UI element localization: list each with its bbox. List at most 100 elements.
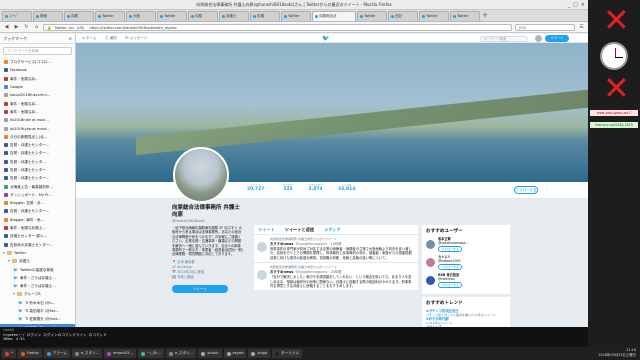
tweet-avatar[interactable]	[257, 242, 267, 252]
browser-tab[interactable]: 向原	[188, 11, 218, 21]
bookmark-item[interactable]: Blogger: 告発・弁...	[0, 199, 75, 207]
follow-button[interactable]: フォローする	[438, 264, 463, 270]
bookmark-item[interactable]: ブログサービス[ココロ...	[0, 58, 75, 66]
bookmark-item[interactable]: 北海道上告・最高裁判所...	[0, 182, 75, 190]
bookmark-item[interactable]: 告発・弁護士センタ...	[0, 158, 75, 166]
minimize-button[interactable]: _	[568, 1, 571, 10]
suggested-user-avatar[interactable]	[426, 276, 435, 285]
bookmark-item[interactable]: kk2018nike at moxi...	[0, 116, 75, 124]
profile-handle[interactable]: @harashi0818oobi	[172, 219, 244, 223]
browser-tab[interactable]: Twitter	[157, 11, 187, 21]
bookmark-item[interactable]: 告発・弁護士センター...	[0, 207, 75, 215]
bookmark-folder[interactable]: ▾ グループA	[0, 290, 75, 298]
url-bar[interactable]: 🔒 Twitter, Inc. (US) https://twitter.com…	[43, 23, 512, 31]
tweet[interactable]: 向原総合法律事務所 弁護士向原さんがリツイート おすすめnews @oyogiten…	[254, 235, 418, 264]
bookmark-search-input[interactable]: ブックマークを検索	[3, 47, 72, 55]
bookmark-item[interactable]: 告発・弁護士センター	[0, 166, 75, 174]
bookmark-item[interactable]: 事件・危険な弁...	[0, 75, 75, 83]
follow-button[interactable]: フォローする	[438, 282, 463, 288]
browser-tab[interactable]: Twitter	[95, 11, 125, 21]
bookmark-item[interactable]: 🐦 TI 高田雄平 (@tak...	[0, 307, 75, 315]
bookmark-item[interactable]: 🐦 TI 鈴木木石 (@s...	[0, 299, 75, 307]
taskbar-item[interactable]: emacs25...	[104, 349, 136, 358]
bookmark-folder[interactable]: ▾ Twitter	[0, 249, 75, 257]
sidebar-title[interactable]: ブックマーク	[3, 36, 27, 42]
taskbar-item[interactable]: e_ネタリ...	[71, 349, 103, 358]
bookmark-item[interactable]: 告発・弁護士センター...	[0, 141, 75, 149]
bookmark-item[interactable]: 告発・弁護士センター...	[0, 149, 75, 157]
bookmark-item[interactable]: Facebook	[0, 66, 75, 74]
twitter-search-input[interactable]: キーワード検索	[480, 35, 528, 42]
trend-item[interactable]: #ガチンコ判決記念日 パチンコ店でネットに偏見を書いた11件のツイート	[426, 309, 506, 317]
profile-stat[interactable]: いいね 33,914	[338, 183, 355, 192]
bookmark-item[interactable]: 今日の新聞見出し(北...	[0, 133, 75, 141]
back-icon[interactable]: ◀	[3, 24, 10, 31]
profile-avatar[interactable]	[173, 147, 229, 203]
suggested-user[interactable]: RKB 毎日放送 @rkbnews フォローする	[426, 273, 506, 288]
desktop-note-green[interactable]: mercury-up2018y-2019	[590, 122, 638, 128]
taskbar-item[interactable]: ~/_Sh...	[137, 349, 164, 358]
bookmark-item[interactable]: ダッシュボード - My Pr...	[0, 191, 75, 199]
tweet-author[interactable]: おすすめnews	[270, 242, 293, 246]
bookmark-item[interactable]: Blogger: 事件・危...	[0, 216, 75, 224]
bookmark-item[interactable]: kk2019tyke:at mont...	[0, 124, 75, 132]
bookmark-item[interactable]: 告発・弁護士センター...	[0, 174, 75, 182]
reload-icon[interactable]: ↻	[23, 24, 30, 31]
profile-stat[interactable]: フォロワー 3,074	[308, 183, 323, 192]
twitter-nav-mail[interactable]: ✉ メッセージ	[125, 36, 148, 41]
follow-button[interactable]: フォローする	[514, 186, 538, 194]
browser-tab[interactable]: ﾌｨｰﾄﾞ	[2, 11, 32, 21]
forward-icon[interactable]: ▶	[13, 24, 20, 31]
bookmark-item[interactable]: 事件・危険な弁護士...	[0, 224, 75, 232]
taskbar-item[interactable]: Firefox	[17, 349, 42, 358]
bookmark-item[interactable]: 🐦 TI 佐藤雪夫 (@hide...	[0, 315, 75, 323]
browser-tab[interactable]: 向原	[64, 11, 94, 21]
tweet-button[interactable]: ツイート	[545, 35, 569, 42]
new-tab-button[interactable]: +	[481, 11, 489, 21]
profile-stat[interactable]: フォロー 223	[282, 183, 294, 192]
trend-item[interactable]: #好きな時代劇 2,411件のツイート	[426, 317, 506, 325]
menu-icon[interactable]: ☰	[578, 24, 585, 31]
tweet-avatar[interactable]	[257, 270, 267, 281]
desktop-note-red[interactable]: reset-add-syoqi-use.C	[590, 110, 638, 116]
profile-tweet-button[interactable]: ツイート	[172, 284, 228, 293]
bookmark-item[interactable]: Google	[0, 83, 75, 91]
suggested-user[interactable]: 坂本正章 @sakamotomasa... フォローする	[426, 237, 506, 252]
tweet-author[interactable]: おすすめnews	[270, 270, 293, 274]
suggested-user-avatar[interactable]	[426, 240, 435, 249]
tweet[interactable]: 向原総合法律事務所 弁護士向原さんがリツイート おすすめnews @oyogiten…	[254, 263, 418, 292]
taskbar-item[interactable]: slogo	[248, 349, 271, 358]
photos-link[interactable]: 🖼 写真と動画	[172, 275, 244, 280]
taskbar-item[interactable]: アラーム	[43, 349, 70, 358]
taskbar-item[interactable]: e_ネタリ...	[165, 349, 197, 358]
bookmark-item[interactable]: 弁護士センター 超人...	[0, 232, 75, 240]
timeline-tab[interactable]: ツイート	[258, 227, 275, 233]
maximize-button[interactable]: □	[573, 1, 578, 10]
taskbar-clock[interactable]: 21:16 2018年09月23日土曜日	[598, 348, 636, 358]
suggested-user-avatar[interactable]	[426, 258, 435, 267]
bookmark-item[interactable]: 事件・危険な弁...	[0, 99, 75, 107]
browser-tab[interactable]: Twitter	[281, 11, 311, 21]
bookmark-folder[interactable]: ▾ 弁護士	[0, 257, 75, 265]
bookmark-item[interactable]: 事件・危険な弁...	[0, 108, 75, 116]
bookmark-item[interactable]: 🐦 Twitterの高度な検索	[0, 265, 75, 273]
bookmark-item[interactable]: 告訴状の弁護士センター...	[0, 241, 75, 249]
terminal-window[interactable]: root@ trgeeee:~/ ログイン ログインのコマンドライン のコマンド…	[0, 327, 588, 347]
search-bar[interactable]: 検索	[515, 23, 575, 31]
taskbar-item[interactable]: ターミナル	[272, 349, 303, 358]
close-button[interactable]: ×	[581, 1, 585, 10]
bookmark-item[interactable]: 🐦 事件・さうば弁護士...	[0, 274, 75, 282]
follow-button[interactable]: フォローする	[438, 246, 463, 252]
browser-tab[interactable]: 日記	[388, 11, 418, 21]
close-icon[interactable]: ×	[69, 36, 72, 41]
browser-tab[interactable]: 弁護士	[219, 11, 249, 21]
taskbar-item[interactable]: *	[2, 349, 16, 358]
more-icon[interactable]: ⋮	[545, 186, 550, 192]
timeline-tab[interactable]: メディア	[324, 227, 340, 233]
browser-tab[interactable]: Twitter	[450, 11, 480, 21]
browser-tab[interactable]: 大阪	[126, 11, 156, 21]
bookmark-item[interactable]: koroni2018fukcsrnni...	[0, 91, 75, 99]
home-icon[interactable]: ⌂	[33, 24, 40, 31]
browser-tab[interactable]: Twitter	[357, 11, 387, 21]
profile-stat[interactable]: ツイート 20,727	[247, 183, 264, 192]
